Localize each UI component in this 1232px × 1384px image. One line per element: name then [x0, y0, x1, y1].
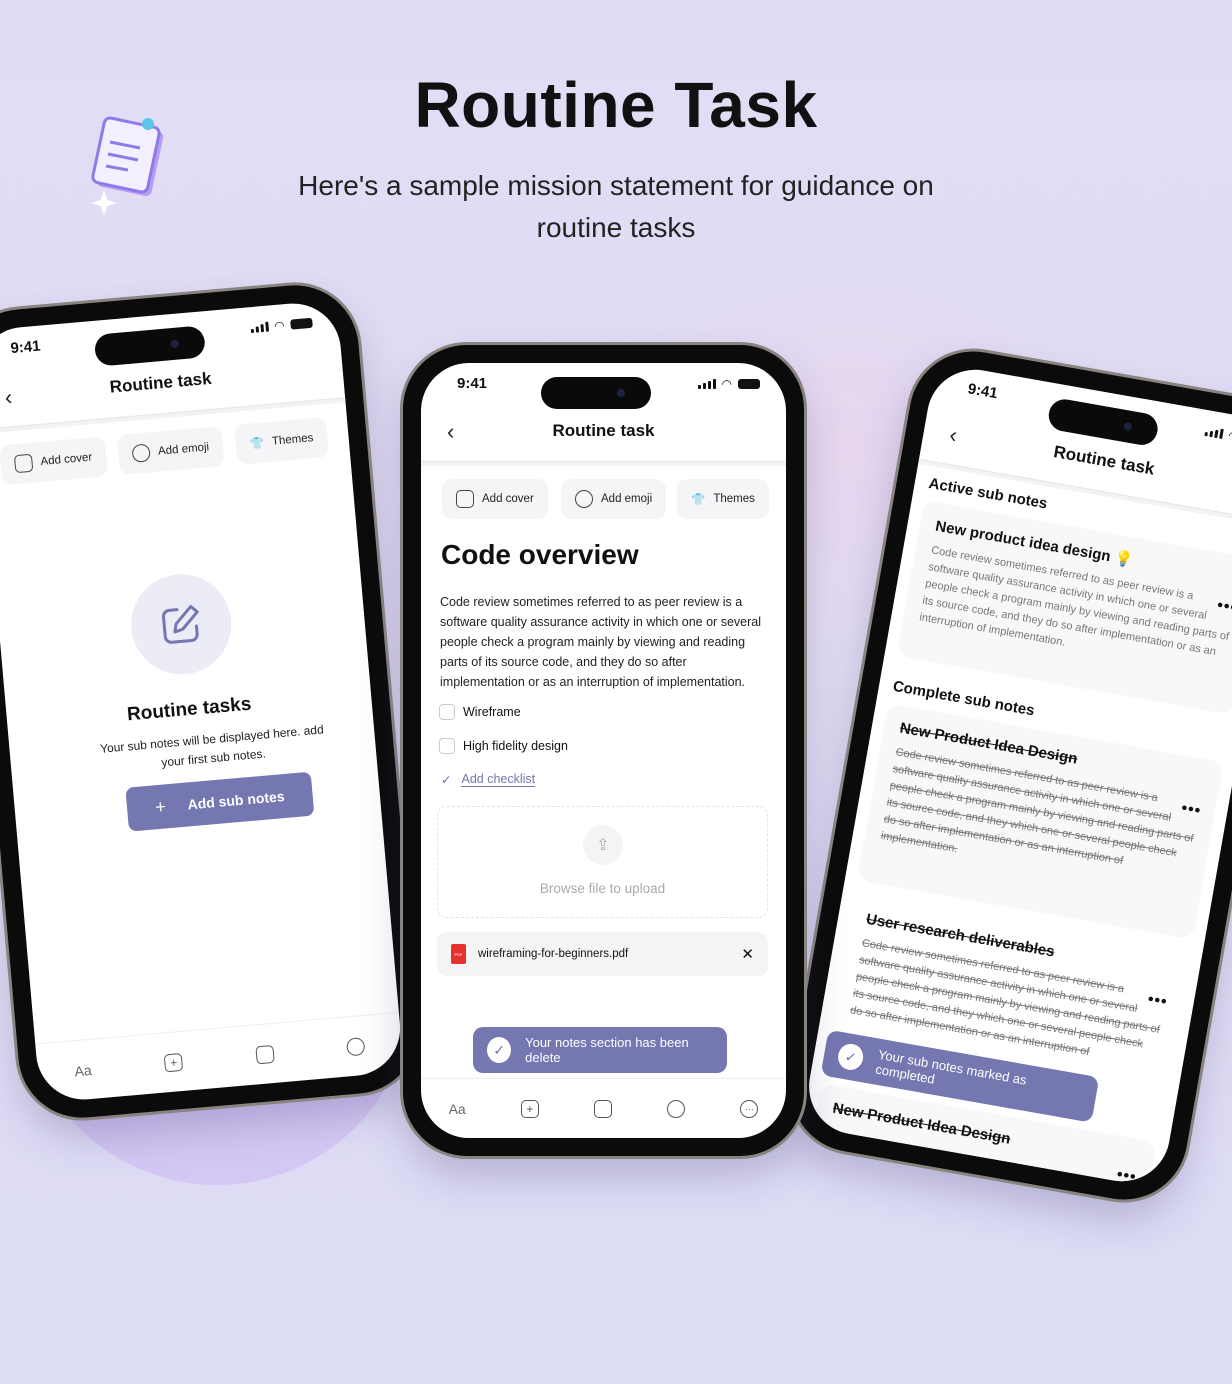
wifi-icon: ◠: [273, 318, 286, 334]
image-icon: [13, 453, 34, 474]
battery-icon: [290, 317, 313, 330]
wifi-icon: ◠: [721, 377, 732, 391]
toast-notification: ✓ Your notes section has been delete: [473, 1027, 727, 1073]
add-emoji-button[interactable]: Add emoji: [116, 426, 225, 476]
signal-icon: [250, 321, 269, 334]
shirt-icon: 👕: [249, 437, 265, 451]
more-icon[interactable]: ···: [740, 1099, 759, 1118]
nav-title: Routine task: [552, 421, 655, 440]
add-checklist-link[interactable]: ✓ Add checklist: [441, 772, 536, 787]
status-icons: ◠: [250, 316, 313, 335]
phone-note-detail: 9:41 ◠ ‹ Routine task Add cover Add emoj…: [403, 345, 804, 1156]
checklist-item[interactable]: Wireframe: [439, 704, 521, 720]
chip-label: Themes: [271, 432, 314, 448]
remove-file-button[interactable]: ✕: [741, 945, 754, 963]
empty-text: Your sub notes will be displayed here. a…: [99, 722, 325, 770]
image-icon: [456, 490, 474, 508]
more-options-button[interactable]: •••: [1146, 991, 1168, 1012]
battery-icon: [738, 379, 760, 389]
phone-empty-state: 9:41 ◠ ‹ Routine task Add cover Add emoj…: [0, 280, 424, 1123]
add-square-icon[interactable]: +: [520, 1099, 539, 1118]
page-subtitle: Here's a sample mission statement for gu…: [298, 170, 934, 243]
add-sub-notes-button[interactable]: + Add sub notes: [125, 771, 315, 832]
bottom-toolbar: Aa + ···: [421, 1078, 786, 1138]
upload-icon: ⇪: [583, 825, 623, 865]
microphone-icon[interactable]: [346, 1036, 366, 1056]
themes-button[interactable]: 👕 Themes: [677, 479, 769, 519]
more-options-button[interactable]: •••: [1216, 597, 1232, 618]
checkbox[interactable]: [439, 738, 455, 754]
dynamic-island: [1046, 396, 1161, 448]
themes-button[interactable]: 👕 Themes: [234, 416, 330, 465]
image-icon[interactable]: [255, 1044, 275, 1064]
chip-label: Add emoji: [157, 441, 210, 458]
status-time: 9:41: [9, 337, 42, 358]
divider: [421, 461, 786, 466]
checklist-item[interactable]: High fidelity design: [439, 738, 568, 754]
status-icons: ◠: [1203, 424, 1232, 449]
checklist-label: Wireframe: [463, 705, 521, 719]
emoji-icon: [131, 443, 151, 463]
dynamic-island: [541, 377, 651, 409]
check-icon: ✓: [487, 1037, 512, 1063]
attached-file[interactable]: PDF wireframing-for-beginners.pdf ✕: [437, 932, 768, 976]
add-emoji-button[interactable]: Add emoji: [561, 479, 667, 519]
edit-icon-circle: [127, 570, 236, 679]
chip-label: Add emoji: [601, 493, 653, 505]
add-cover-button[interactable]: Add cover: [0, 436, 108, 486]
page-title: Routine Task: [414, 69, 818, 141]
link-label: Add checklist: [461, 772, 536, 787]
status-time: 9:41: [966, 380, 1000, 403]
check-icon: ✓: [836, 1041, 866, 1072]
chip-label: Add cover: [40, 451, 93, 468]
file-name: wireframing-for-beginners.pdf: [478, 948, 629, 960]
more-options-button[interactable]: •••: [1180, 800, 1202, 821]
note-body: Code review sometimes referred to as pee…: [440, 595, 761, 689]
signal-icon: [1203, 426, 1224, 439]
note-title: Code overview: [441, 539, 639, 570]
chip-label: Themes: [713, 493, 755, 505]
status-icons: ◠: [697, 377, 760, 391]
signal-icon: [697, 379, 716, 389]
upload-text: Browse file to upload: [539, 881, 666, 896]
text-format-button[interactable]: Aa: [74, 1061, 92, 1078]
edit-icon: [162, 604, 199, 644]
checkbox[interactable]: [439, 704, 455, 720]
shirt-icon: 👕: [691, 494, 706, 506]
lightbulb-icon: 💡: [1113, 549, 1135, 570]
emoji-icon: [575, 490, 593, 508]
add-cover-button[interactable]: Add cover: [442, 479, 548, 519]
button-label: Add sub notes: [186, 788, 286, 813]
plus-icon: +: [154, 795, 167, 817]
pdf-file-icon: PDF: [451, 944, 466, 964]
wifi-icon: ◠: [1227, 428, 1232, 444]
chip-label: Add cover: [482, 493, 534, 505]
status-time: 9:41: [457, 375, 488, 392]
phone-screen: 9:41 ◠ ‹ Routine task Add cover Add emoj…: [0, 299, 405, 1104]
toast-text: Your notes section has been delete: [525, 1035, 689, 1065]
image-icon[interactable]: [594, 1099, 613, 1118]
text-format-button[interactable]: Aa: [449, 1101, 466, 1117]
upload-dropzone[interactable]: ⇪ Browse file to upload: [437, 806, 768, 918]
more-options-button[interactable]: •••: [1115, 1166, 1137, 1187]
checklist-label: High fidelity design: [463, 739, 568, 753]
dynamic-island: [93, 325, 207, 367]
check-icon: ✓: [441, 773, 452, 787]
add-square-icon[interactable]: +: [163, 1052, 184, 1072]
bottom-toolbar: Aa +: [35, 1011, 405, 1104]
sub-note-card[interactable]: New product idea design 💡 ••• Code revie…: [896, 500, 1232, 715]
phone-screen: 9:41 ◠ ‹ Routine task Add cover Add emoj…: [421, 363, 786, 1138]
microphone-icon[interactable]: [667, 1099, 686, 1118]
